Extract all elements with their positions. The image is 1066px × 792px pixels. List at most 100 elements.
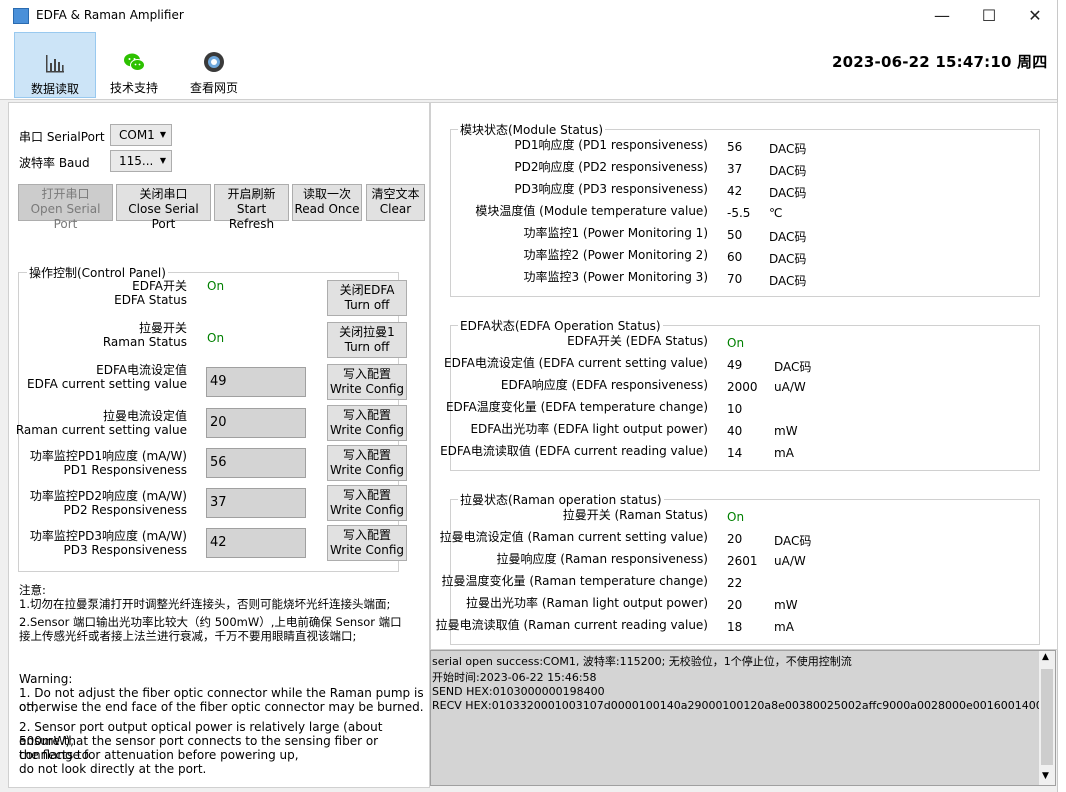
tab-data-read[interactable]: 数据读取 <box>14 32 96 98</box>
field-label-en: PD2 Responsiveness <box>63 503 188 517</box>
edfa-row-value: 2000 <box>727 380 758 394</box>
maximize-button[interactable]: ☐ <box>966 0 1012 31</box>
write-config-button-pd1[interactable]: 写入配置 Write Config <box>327 445 407 481</box>
chevron-down-icon: ▼ <box>159 156 166 165</box>
write-config-button-raman[interactable]: 写入配置 Write Config <box>327 405 407 441</box>
edfa-row-value: 40 <box>727 424 743 438</box>
pd2-responsiveness-input[interactable]: 37 <box>206 488 306 518</box>
module-row-unit: DAC码 <box>769 252 807 266</box>
write-config-button-pd2[interactable]: 写入配置 Write Config <box>327 485 407 521</box>
chevron-down-icon: ▼ <box>159 130 166 139</box>
module-row-label: 功率监控2 (Power Monitoring 2) <box>523 248 708 262</box>
raman-row-label: 拉曼温度变化量 (Raman temperature change) <box>441 574 708 588</box>
raman-row-label: 拉曼开关 (Raman Status) <box>562 508 708 522</box>
raman-switch-value: On <box>207 331 225 345</box>
edfa-turn-off-cn: 关闭EDFA <box>339 283 395 297</box>
write-config-cn: 写入配置 <box>342 528 391 542</box>
toolbar: 数据读取 技术支持 查看网页 2023-06-22 15:47:10 周四 <box>0 31 1057 100</box>
open-serial-cn: 打开串口 <box>41 187 90 201</box>
scroll-thumb[interactable] <box>1041 669 1053 765</box>
raman-status-title: 拉曼状态(Raman operation status) <box>458 491 664 508</box>
edfa-current-setting-input[interactable]: 49 <box>206 367 306 397</box>
serial-port-select[interactable]: COM1 ▼ <box>110 124 172 146</box>
edfa-row-label: EDFA开关 (EDFA Status) <box>567 334 708 348</box>
scroll-down-icon[interactable]: ▼ <box>1042 771 1049 781</box>
raman-row-unit: mA <box>774 620 794 634</box>
write-config-cn: 写入配置 <box>342 488 391 502</box>
module-row-label: PD3响应度 (PD3 responsiveness) <box>514 182 708 196</box>
module-row-label: PD1响应度 (PD1 responsiveness) <box>514 138 708 152</box>
raman-row-value: On <box>727 510 745 524</box>
raman-turn-off-button[interactable]: 关闭拉曼1 Turn off <box>327 322 407 358</box>
edfa-row-label: EDFA电流设定值 (EDFA current setting value) <box>444 356 708 370</box>
pd1-responsiveness-label: 功率监控PD1响应度 (mA/W) PD1 Responsiveness <box>9 449 187 477</box>
edfa-switch-value: On <box>207 279 225 293</box>
raman-row-value: 22 <box>727 576 743 590</box>
module-status-title: 模块状态(Module Status) <box>458 121 606 138</box>
raman-row-unit: DAC码 <box>774 534 812 548</box>
start-refresh-cn: 开启刷新 <box>227 187 276 201</box>
write-config-en: Write Config <box>330 463 404 477</box>
module-row-label: PD2响应度 (PD2 responsiveness) <box>514 160 708 174</box>
write-config-cn: 写入配置 <box>342 367 391 381</box>
note-en-1b: otherwise the end face of the fiber opti… <box>19 700 424 714</box>
note-cn-1: 1.切勿在拉曼泵浦打开时调整光纤连接头，否则可能烧坏光纤连接头端面; <box>19 597 391 611</box>
edfa-row-value: 14 <box>727 446 743 460</box>
pd1-responsiveness-input[interactable]: 56 <box>206 448 306 478</box>
module-row-unit: DAC码 <box>769 230 807 244</box>
note-cn-title: 注意: <box>19 583 46 597</box>
raman-row-label: 拉曼电流设定值 (Raman current setting value) <box>439 530 708 544</box>
web-icon <box>204 52 224 72</box>
raman-switch-label: 拉曼开关 Raman Status <box>17 321 187 349</box>
pd3-responsiveness-label: 功率监控PD3响应度 (mA/W) PD3 Responsiveness <box>9 529 187 557</box>
log-line: 开始时间:2023-06-22 15:46:58 <box>432 671 597 684</box>
close-serial-en: Close Serial Port <box>128 202 199 231</box>
clear-button[interactable]: 清空文本 Clear <box>366 184 425 221</box>
scroll-up-icon[interactable]: ▲ <box>1042 652 1049 662</box>
module-row-value: 50 <box>727 228 743 242</box>
edfa-row-unit: uA/W <box>774 380 806 394</box>
read-once-button[interactable]: 读取一次 Read Once <box>292 184 362 221</box>
raman-turn-off-en: Turn off <box>344 340 390 354</box>
minimize-button[interactable]: — <box>919 0 965 31</box>
module-row-label: 功率监控1 (Power Monitoring 1) <box>523 226 708 240</box>
raman-row-label: 拉曼响应度 (Raman responsiveness) <box>496 552 708 566</box>
tab-view-web[interactable]: 查看网页 <box>174 32 254 96</box>
app-icon <box>13 8 29 24</box>
write-config-button-pd3[interactable]: 写入配置 Write Config <box>327 525 407 561</box>
close-serial-button[interactable]: 关闭串口 Close Serial Port <box>116 184 211 231</box>
raman-row-label: 拉曼出光功率 (Raman light output power) <box>466 596 708 610</box>
log-scrollbar[interactable]: ▲ ▼ <box>1039 651 1055 785</box>
edfa-row-label: EDFA出光功率 (EDFA light output power) <box>470 422 708 436</box>
edfa-row-value: On <box>727 336 745 350</box>
main-window: EDFA & Raman Amplifier — ☐ ✕ 数据读取 技术支持 查… <box>0 0 1058 792</box>
field-label-en: PD1 Responsiveness <box>63 463 188 477</box>
tab-tech-support[interactable]: 技术支持 <box>94 32 174 96</box>
serial-port-value: COM1 <box>119 128 155 142</box>
log-line: RECV HEX:0103320001003107d0000100140a290… <box>432 699 1050 712</box>
edfa-turn-off-button[interactable]: 关闭EDFA Turn off <box>327 280 407 316</box>
raman-current-setting-input[interactable]: 20 <box>206 408 306 438</box>
module-row-unit: DAC码 <box>769 164 807 178</box>
start-refresh-en: Start Refresh <box>228 202 275 231</box>
baud-label: 波特率 Baud <box>19 156 90 170</box>
edfa-row-label: EDFA响应度 (EDFA responsiveness) <box>500 378 708 392</box>
module-row-value: 42 <box>727 184 743 198</box>
baud-select[interactable]: 115... ▼ <box>110 150 172 172</box>
edfa-row-label: EDFA温度变化量 (EDFA temperature change) <box>445 400 708 414</box>
field-label-cn: 功率监控PD3响应度 (mA/W) <box>29 529 187 543</box>
note-en-2c: the flange for attenuation before poweri… <box>19 748 299 762</box>
close-button[interactable]: ✕ <box>1012 0 1058 31</box>
tab-view-web-label: 查看网页 <box>189 81 238 95</box>
write-config-button-edfa[interactable]: 写入配置 Write Config <box>327 364 407 400</box>
raman-switch-cn: 拉曼开关 <box>138 321 187 335</box>
module-row-unit: DAC码 <box>769 142 807 156</box>
log-textarea[interactable]: serial open success:COM1, 波特率:115200; 无校… <box>430 650 1056 786</box>
field-label-en: EDFA current setting value <box>27 377 187 391</box>
pd3-responsiveness-input[interactable]: 42 <box>206 528 306 558</box>
title-bar: EDFA & Raman Amplifier — ☐ ✕ <box>0 0 1057 31</box>
start-refresh-button[interactable]: 开启刷新 Start Refresh <box>214 184 289 231</box>
open-serial-button[interactable]: 打开串口 Open Serial Port <box>18 184 113 231</box>
edfa-row-unit: mW <box>774 424 798 438</box>
note-cn-2a: 2.Sensor 端口输出光功率比较大（约 500mW）,上电前确保 Senso… <box>19 615 402 629</box>
